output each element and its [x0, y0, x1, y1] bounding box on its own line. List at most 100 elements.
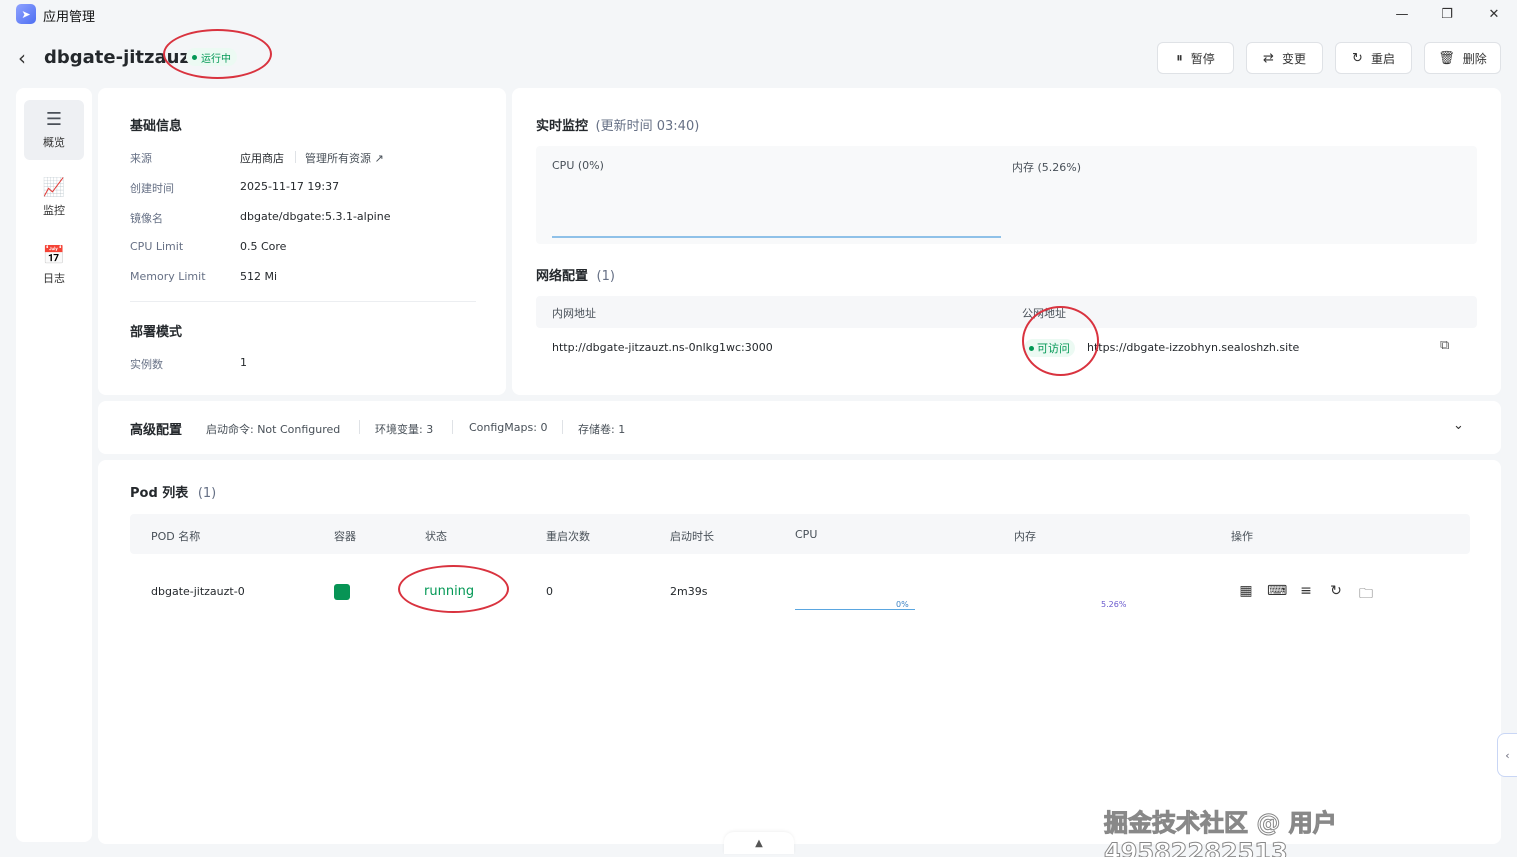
app-name: dbgate-jitzauzt [44, 47, 199, 68]
calendar-icon: 📅 [42, 245, 66, 266]
nav-item-overview[interactable]: ☰ 概览 [24, 100, 84, 160]
instances-label: 实例数 [130, 358, 163, 371]
separator [452, 420, 453, 434]
change-button[interactable]: ⇄ 变更 [1246, 42, 1323, 74]
restart-icon: ↻ [1352, 50, 1363, 66]
side-nav: ☰ 概览 📈 监控 📅 日志 [16, 88, 92, 842]
restore-icon[interactable]: ❐ [1437, 4, 1457, 24]
network-title: 网络配置 (1) [536, 265, 615, 284]
network-title-text: 网络配置 [536, 269, 589, 284]
col-uptime: 启动时长 [670, 530, 714, 543]
source-separator [295, 151, 296, 163]
collapse-panel-tab[interactable]: ‹ [1497, 733, 1517, 777]
nav-item-logs[interactable]: 📅 日志 [24, 236, 84, 296]
restart-button[interactable]: ↻ 重启 [1335, 42, 1412, 74]
cpu-limit-value: 0.5 Core [240, 240, 287, 253]
watermark: 掘金技术社区 @ 用户49582282513 [1104, 809, 1338, 857]
close-icon[interactable]: ✕ [1484, 4, 1504, 24]
expand-bottom-tab[interactable]: ▲ [724, 832, 794, 854]
cpu-chart-line [552, 236, 1001, 238]
swap-icon: ⇄ [1263, 50, 1274, 66]
created-value: 2025-11-17 19:37 [240, 180, 340, 193]
monitor-card: 实时监控 (更新时间 03:40) CPU (0%) 内存 (5.26%) 网络… [512, 88, 1501, 395]
basic-info-title: 基础信息 [130, 119, 183, 134]
pod-restarts: 0 [546, 585, 553, 598]
pod-cpu-value: 0% [896, 600, 909, 609]
copy-icon[interactable]: ⧉ [1440, 338, 1449, 353]
network-count: (1) [596, 269, 615, 284]
separator [562, 420, 563, 434]
restart-icon[interactable]: ↻ [1327, 583, 1345, 599]
created-label: 创建时间 [130, 182, 174, 195]
source-value: 应用商店 [240, 152, 284, 165]
delete-button[interactable]: 🗑 删除 [1424, 42, 1501, 74]
pod-name: dbgate-jitzauzt-0 [151, 585, 245, 598]
nav-label: 概览 [43, 136, 65, 149]
memory-limit-value: 512 Mi [240, 270, 278, 283]
col-public-address: 公网地址 [1022, 307, 1066, 320]
chevron-left-icon: ‹ [1505, 748, 1510, 762]
pod-table-header: POD 名称 容器 状态 重启次数 启动时长 CPU 内存 操作 [130, 514, 1470, 554]
overview-icon: ☰ [45, 109, 63, 130]
nav-label: 监控 [43, 204, 65, 217]
terminal-icon[interactable]: ⌨ [1267, 583, 1287, 599]
delete-label: 删除 [1462, 51, 1487, 66]
pod-list-card: Pod 列表 (1) POD 名称 容器 状态 重启次数 启动时长 CPU 内存… [98, 460, 1501, 844]
pause-label: 暂停 [1190, 51, 1215, 66]
source-label: 来源 [130, 152, 152, 165]
status-text: 运行中 [201, 53, 231, 65]
minimize-icon[interactable]: — [1392, 4, 1412, 24]
nav-item-monitor[interactable]: 📈 监控 [24, 168, 84, 228]
pod-list-title: Pod 列表 (1) [130, 482, 216, 501]
start-command: 启动命令: Not Configured [206, 423, 341, 436]
pod-memory-value: 5.26% [1101, 600, 1127, 609]
advanced-config-card[interactable]: 高级配置 启动命令: Not Configured 环境变量: 3 Config… [98, 401, 1501, 454]
window-title: 应用管理 [43, 10, 96, 25]
deploy-mode-title: 部署模式 [130, 325, 183, 340]
external-link-icon: ↗ [371, 152, 384, 165]
image-value: dbgate/dbgate:5.3.1-alpine [240, 210, 391, 223]
accessible-text: 可访问 [1037, 342, 1070, 355]
col-container: 容器 [334, 530, 356, 543]
network-table-header: 内网地址 公网地址 [536, 296, 1477, 328]
chevron-down-icon[interactable]: ⌄ [1453, 418, 1464, 433]
monitor-chart-area: CPU (0%) 内存 (5.26%) [536, 146, 1477, 244]
cpu-sparkline [795, 609, 915, 610]
back-arrow-icon[interactable]: ‹ [18, 46, 38, 70]
basic-info-card: 基础信息 来源 应用商店 管理所有资源 ↗ 创建时间 2025-11-17 19… [98, 88, 506, 395]
folder-icon[interactable]: 🗀 [1357, 583, 1375, 607]
monitor-title-text: 实时监控 [536, 119, 589, 134]
cpu-chart-label: CPU (0%) [552, 159, 604, 172]
col-restarts: 重启次数 [546, 530, 590, 543]
pause-button[interactable]: ⏸ 暂停 [1157, 42, 1234, 74]
change-label: 变更 [1281, 51, 1306, 66]
advanced-title: 高级配置 [130, 423, 183, 438]
list-icon[interactable]: ≡ [1297, 583, 1315, 599]
internal-address[interactable]: http://dbgate-jitzauzt.ns-0nlkg1wc:3000 [552, 341, 773, 354]
separator [359, 420, 360, 434]
app-logo-icon: ➤ [16, 4, 36, 24]
env-vars: 环境变量: 3 [375, 423, 434, 436]
monitor-title: 实时监控 (更新时间 03:40) [536, 115, 699, 134]
pod-status: running [424, 584, 475, 599]
status-badge: 运行中 [186, 48, 237, 66]
status-dot-icon [192, 54, 197, 60]
caret-up-icon: ▲ [755, 837, 763, 849]
manage-resources-link[interactable]: 管理所有资源 ↗ [305, 150, 384, 166]
configmaps: ConfigMaps: 0 [469, 421, 548, 434]
nav-label: 日志 [43, 272, 65, 285]
col-status: 状态 [425, 530, 447, 543]
accessible-dot-icon [1029, 345, 1034, 351]
container-status-icon [334, 584, 350, 600]
calendar-icon[interactable]: ▦ [1237, 583, 1255, 599]
col-actions: 操作 [1231, 530, 1253, 543]
public-address-link[interactable]: https://dbgate-izzobhyn.sealoshzh.site [1087, 341, 1299, 354]
pod-uptime: 2m39s [670, 585, 708, 598]
col-cpu: CPU [795, 528, 818, 541]
pause-icon: ⏸ [1176, 50, 1183, 66]
restart-label: 重启 [1370, 51, 1395, 66]
monitor-update-time: (更新时间 03:40) [595, 119, 700, 134]
accessible-badge: 可访问 [1024, 339, 1075, 357]
trash-icon: 🗑 [1438, 50, 1455, 66]
memory-chart-label: 内存 (5.26%) [1012, 161, 1082, 174]
